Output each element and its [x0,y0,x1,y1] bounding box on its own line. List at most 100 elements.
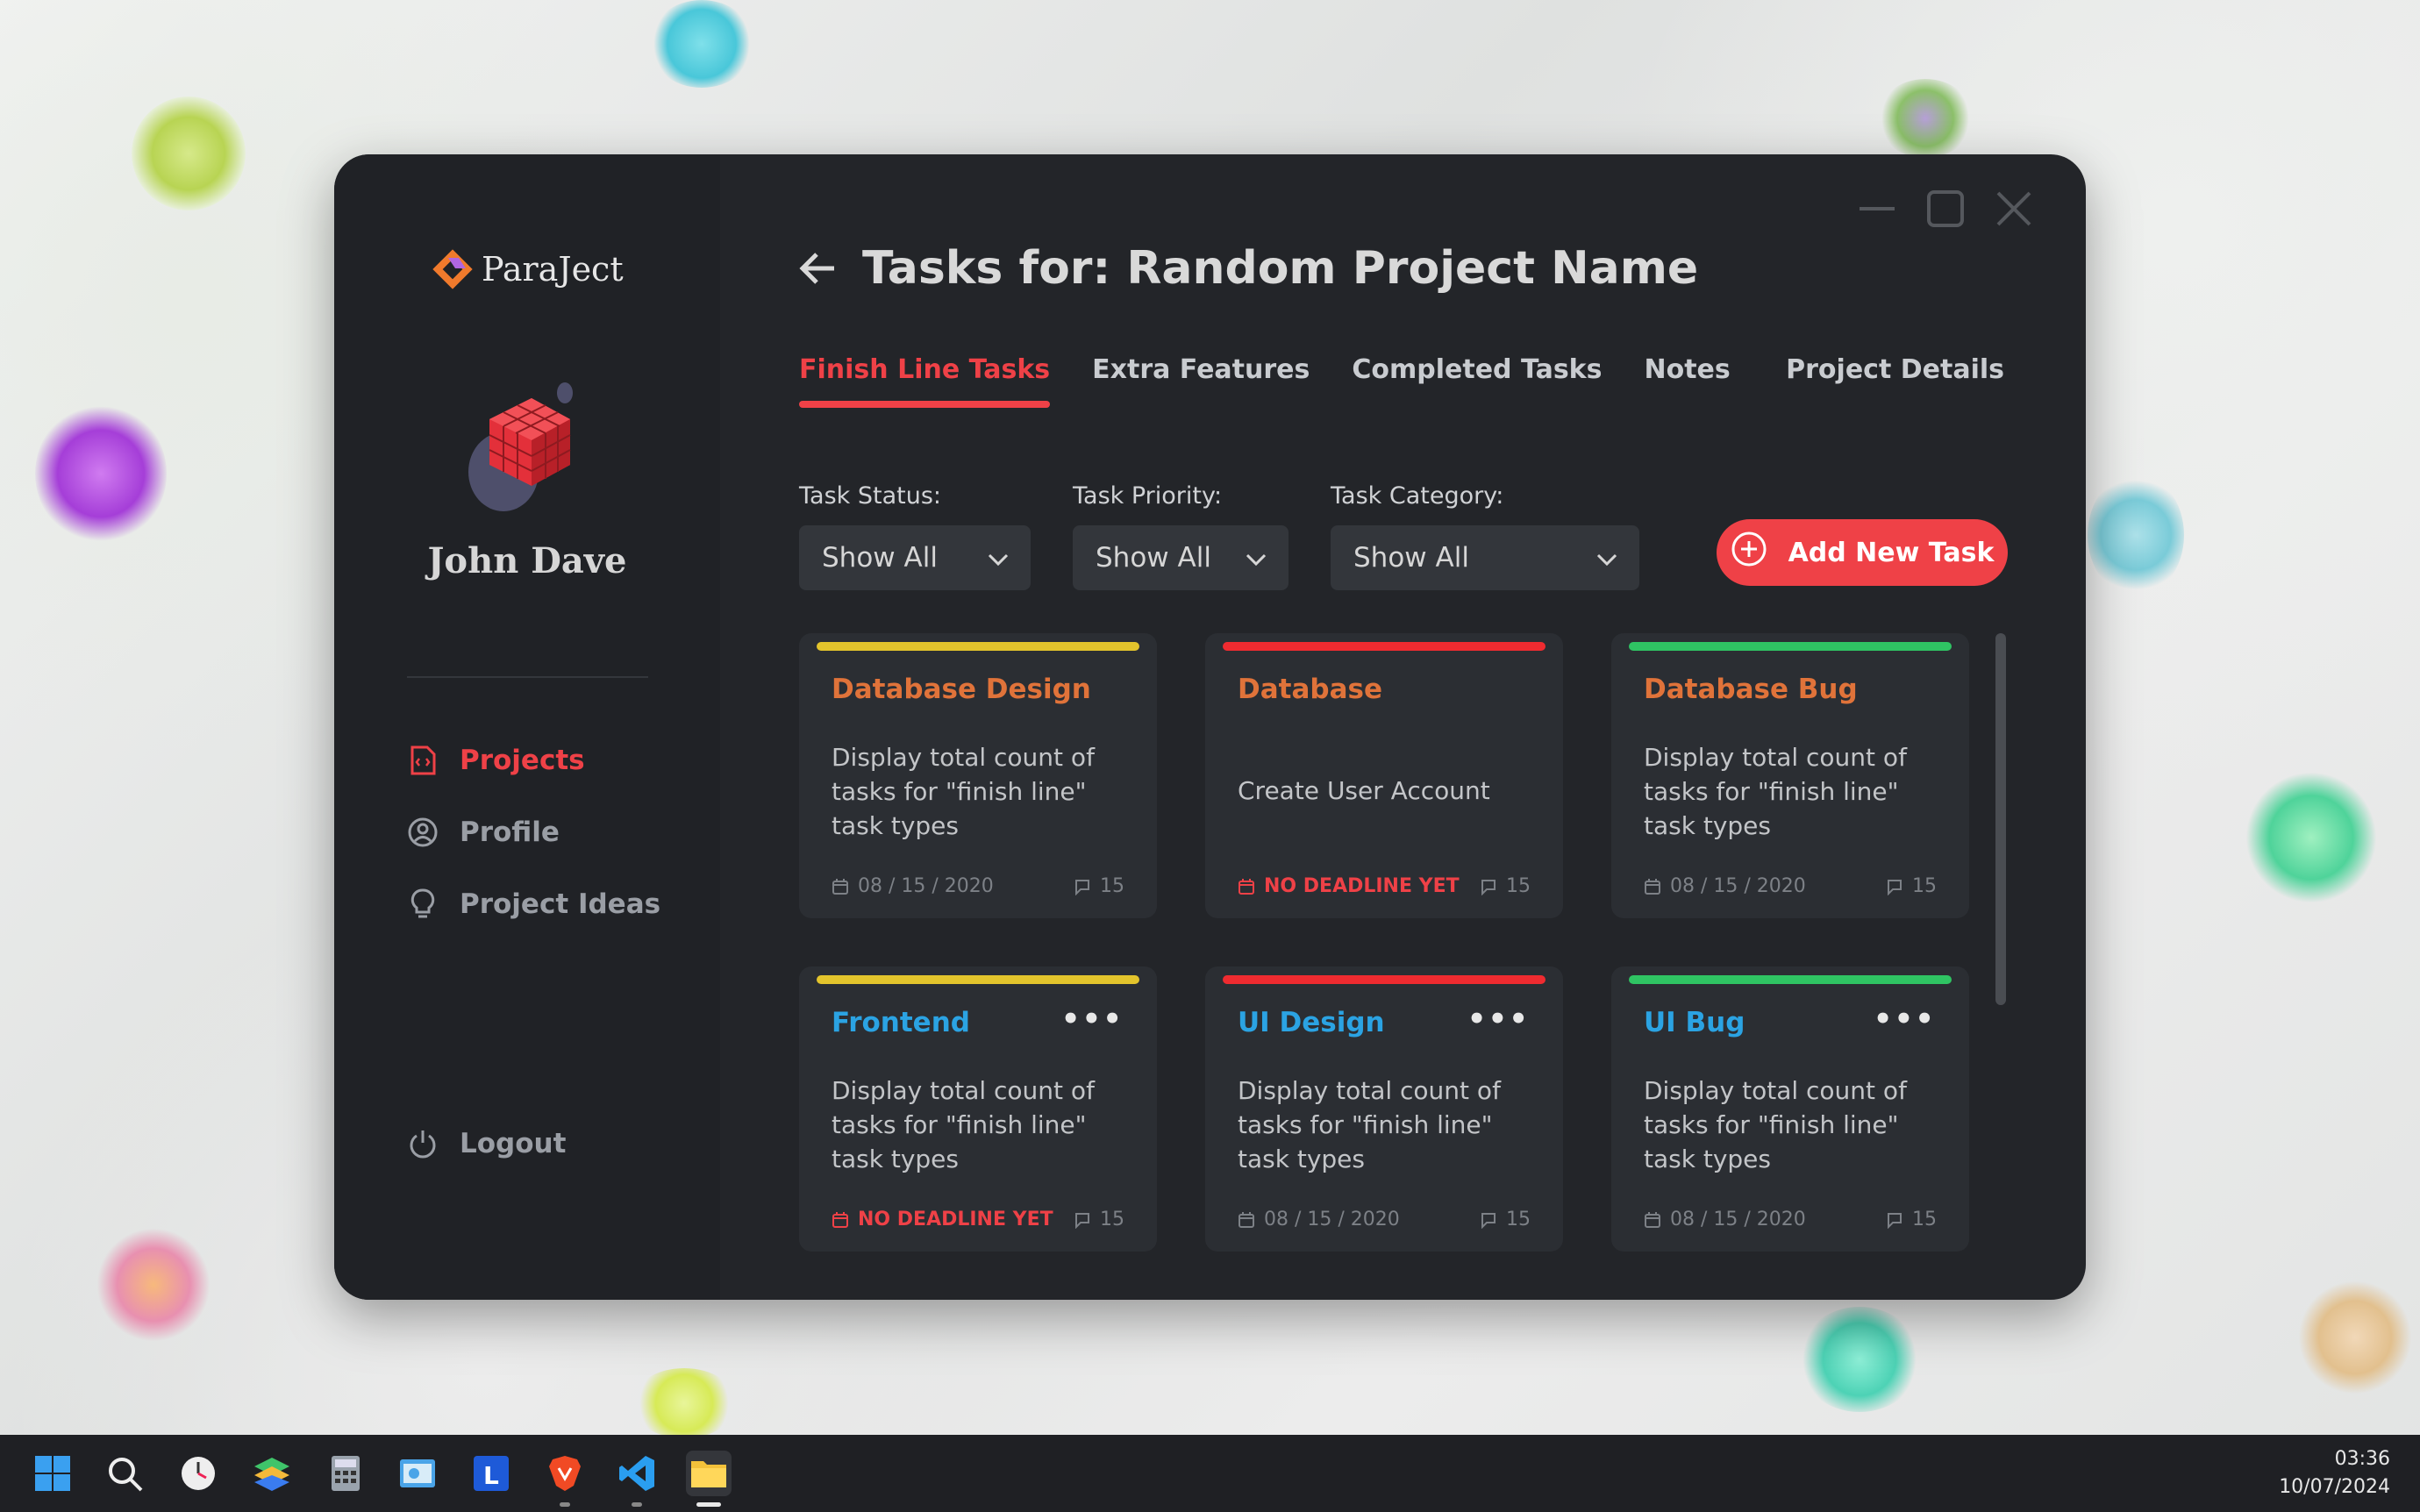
task-description: Display total count of tasks for "finish… [1644,1076,1907,1173]
task-comments: 15 [1886,1209,1937,1230]
task-card[interactable]: Database Design Display total count of t… [799,633,1157,918]
calendar-icon [1239,1211,1254,1228]
priority-bar [1629,642,1952,651]
task-title: UI Design [1238,1007,1385,1038]
task-deadline: 08 / 15 / 2020 [1238,1209,1400,1230]
search-icon[interactable] [102,1451,147,1496]
close-icon[interactable] [1995,189,2033,228]
layers-app-icon[interactable] [249,1451,295,1496]
calendar-icon [832,878,848,895]
comment-icon [1481,879,1496,895]
wallpaper-decoration [2245,772,2377,903]
calendar-icon [1645,878,1660,895]
windows-start-icon[interactable] [30,1451,75,1496]
more-options-icon[interactable]: ••• [1874,1002,1936,1037]
project-details-link[interactable]: Project Details [1786,354,2004,385]
sidebar-item-project-ideas[interactable]: Project Ideas [407,868,660,940]
priority-bar [1223,642,1546,651]
task-tabs: Finish Line Tasks Extra Features Complet… [799,354,1773,408]
tab-finish-line-tasks[interactable]: Finish Line Tasks [799,354,1051,408]
scrollbar[interactable] [1995,633,2006,1005]
task-footer: 08 / 15 / 2020 15 [1644,875,1937,897]
task-description: Display total count of tasks for "finish… [1238,1076,1501,1173]
tab-notes[interactable]: Notes [1644,354,1730,408]
task-footer: NO DEADLINE YET 15 [1238,875,1531,897]
wallpaper-decoration [1798,1307,1921,1412]
task-title: Database Design [832,674,1091,705]
file-explorer-icon[interactable] [686,1451,732,1507]
clock-date: 10/07/2024 [2279,1476,2390,1498]
sidebar: ParaJect John Dave Projects Profile Proj… [334,154,720,1300]
chevron-down-icon [1245,542,1267,574]
minimize-icon[interactable] [1858,189,1896,228]
brave-browser-icon[interactable] [542,1451,588,1507]
wallpaper-decoration [632,1368,737,1438]
wallpaper-decoration [2298,1280,2412,1394]
window-controls [1858,189,2033,228]
sidebar-nav: Projects Profile Project Ideas [407,724,660,940]
task-card[interactable]: UI Design ••• Display total count of tas… [1205,966,1563,1252]
vscode-icon[interactable] [614,1451,660,1507]
sidebar-item-profile[interactable]: Profile [407,796,660,868]
wallpaper-decoration [2088,474,2184,596]
comment-icon [1481,1212,1496,1229]
wallpaper-decoration [96,1228,211,1342]
task-category-select[interactable]: Show All [1331,525,1639,590]
comment-count: 15 [1506,1209,1531,1230]
plus-circle-icon [1731,531,1767,574]
task-priority-select[interactable]: Show All [1073,525,1289,590]
sidebar-item-projects[interactable]: Projects [407,724,660,796]
system-clock[interactable]: 03:36 10/07/2024 [2279,1445,2390,1501]
task-footer: 08 / 15 / 2020 15 [832,875,1124,897]
select-value: Show All [1353,542,1469,574]
task-date: NO DEADLINE YET [858,1209,1053,1230]
clock-app-icon[interactable] [175,1451,221,1496]
task-footer: NO DEADLINE YET 15 [832,1209,1124,1230]
task-footer: 08 / 15 / 2020 15 [1644,1209,1937,1230]
app-logo[interactable]: ParaJect [432,249,624,289]
user-circle-icon [407,817,439,848]
filter-label: Task Status: [799,482,941,510]
power-icon [407,1128,439,1159]
filter-label: Task Category: [1331,482,1504,510]
comment-icon [1888,1212,1902,1229]
task-date: 08 / 15 / 2020 [1264,1209,1400,1230]
wallpaper-decoration [35,403,167,544]
tab-extra-features[interactable]: Extra Features [1092,354,1310,408]
more-options-icon[interactable]: ••• [1061,1002,1124,1037]
more-options-icon[interactable]: ••• [1467,1002,1530,1037]
task-card[interactable]: UI Bug ••• Display total count of tasks … [1611,966,1969,1252]
select-value: Show All [822,542,938,574]
task-card[interactable]: Database Create User Account NO DEADLINE… [1205,633,1563,918]
task-comments: 15 [1480,1209,1531,1230]
task-date: 08 / 15 / 2020 [1670,1209,1806,1230]
task-comments: 15 [1480,875,1531,897]
task-description: Create User Account [1238,776,1490,805]
control-panel-icon[interactable] [395,1451,440,1496]
task-description: Display total count of tasks for "finish… [832,1076,1095,1173]
priority-bar [1629,975,1952,984]
calculator-icon[interactable] [323,1451,368,1496]
paraject-logo-icon [432,249,473,289]
task-card[interactable]: Frontend ••• Display total count of task… [799,966,1157,1252]
task-card[interactable]: Database Bug Display total count of task… [1611,633,1969,918]
task-status-select[interactable]: Show All [799,525,1031,590]
comment-count: 15 [1100,875,1124,897]
tab-completed-tasks[interactable]: Completed Tasks [1352,354,1602,408]
sidebar-divider [407,676,648,678]
maximize-icon[interactable] [1926,189,1965,228]
project-file-icon [407,745,439,776]
l-app-icon[interactable]: L [468,1451,514,1496]
task-deadline: 08 / 15 / 2020 [832,875,994,897]
sidebar-item-label: Projects [460,745,585,776]
task-category-filter: Task Category: Show All [1331,482,1639,590]
add-new-task-button[interactable]: Add New Task [1717,519,2008,586]
add-new-task-label: Add New Task [1788,537,1995,568]
task-footer: 08 / 15 / 2020 15 [1238,1209,1531,1230]
filter-bar: Task Status: Show All Task Priority: Sho… [799,482,1639,590]
back-arrow-icon[interactable] [797,248,838,289]
comment-icon [1075,1212,1089,1229]
logout-button[interactable]: Logout [407,1128,566,1159]
page-title: Tasks for: Random Project Name [862,242,1699,295]
comment-count: 15 [1100,1209,1124,1230]
